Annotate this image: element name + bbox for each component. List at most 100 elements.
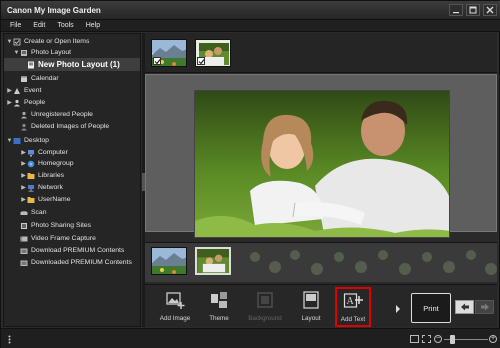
status-bar: − + <box>1 328 500 348</box>
layout-button[interactable]: Layout <box>289 288 333 326</box>
tree-item-photo-sharing-sites[interactable]: Photo Sharing Sites <box>4 220 140 231</box>
maximize-icon <box>469 6 477 14</box>
network-icon <box>28 184 34 192</box>
menu-bar: File Edit Tools Help <box>1 20 500 32</box>
landscape-material-image <box>152 248 186 274</box>
zoom-out-button[interactable]: − <box>434 335 442 343</box>
window-title: Canon My Image Garden <box>7 6 101 15</box>
tree-item-desktop[interactable]: ▼ Desktop <box>4 135 140 146</box>
theme-button[interactable]: Theme <box>197 288 241 326</box>
tree-item-new-photo-layout[interactable]: New Photo Layout (1) <box>4 58 140 71</box>
expand-arrow-icon[interactable]: ▼ <box>6 138 13 144</box>
page-thumbnail-area <box>145 33 497 73</box>
tree-item-label: Event <box>24 87 42 94</box>
add-image-button[interactable]: Add Image <box>153 288 197 326</box>
tree-item-homegroup[interactable]: ▶ Homegroup <box>4 158 140 169</box>
more-arrow-icon[interactable] <box>396 305 400 313</box>
next-button[interactable] <box>475 300 494 314</box>
expand-arrow-icon[interactable]: ▼ <box>6 39 13 45</box>
menu-file[interactable]: File <box>5 20 26 31</box>
window-controls <box>449 4 497 16</box>
background-button[interactable]: Background <box>243 288 287 326</box>
theme-icon <box>211 292 227 308</box>
tree-item-label: Calendar <box>31 75 59 82</box>
expand-arrow-icon[interactable]: ▶ <box>20 149 27 156</box>
tree-item-create-or-open-items[interactable]: ▼ Create or Open Items <box>4 36 140 47</box>
calendar-icon <box>21 75 27 82</box>
family-material-image <box>197 249 229 273</box>
tree-item-scan[interactable]: Scan <box>4 207 140 218</box>
checkmark-icon <box>154 59 161 65</box>
expand-arrow-icon[interactable]: ▶ <box>6 99 13 106</box>
preview-photo[interactable] <box>194 90 450 238</box>
app-window: Canon My Image Garden File Edit Tools He… <box>0 0 500 348</box>
expand-arrow-icon[interactable]: ▶ <box>20 160 27 167</box>
unregistered-people-icon <box>21 111 27 118</box>
tree-item-label: Scan <box>31 209 47 216</box>
previous-button[interactable] <box>455 300 474 314</box>
fit-to-window-icon[interactable] <box>422 335 431 343</box>
tree-item-label: Unregistered People <box>31 111 93 118</box>
downloaded-premium-icon <box>20 260 28 266</box>
layout-preview-area[interactable] <box>145 74 497 238</box>
expand-arrow-icon[interactable]: ▼ <box>13 50 20 56</box>
expand-arrow-icon[interactable]: ▶ <box>6 87 13 94</box>
tree-item-network[interactable]: ▶ Network <box>4 182 140 193</box>
menu-help[interactable]: Help <box>81 20 105 31</box>
edit-toolbar: Add Image Theme Background Layout A Add … <box>145 284 497 327</box>
zoom-in-button[interactable]: + <box>489 335 497 343</box>
page-checkbox[interactable] <box>153 57 161 65</box>
add-image-icon <box>166 292 185 309</box>
tree-item-event[interactable]: ▶ Event <box>4 85 140 96</box>
tree-item-label: Downloaded PREMIUM Contents <box>31 259 132 266</box>
add-text-icon: A <box>343 293 363 308</box>
tree-item-libraries[interactable]: ▶ Libraries <box>4 170 140 181</box>
full-screen-icon[interactable] <box>410 335 419 343</box>
add-text-button[interactable]: A Add Text <box>335 287 371 327</box>
people-icon <box>14 99 20 106</box>
tree-item-download-premium-contents[interactable]: Download PREMIUM Contents <box>4 245 140 256</box>
tree-item-label: Video Frame Capture <box>31 235 96 242</box>
tree-item-label: Download PREMIUM Contents <box>31 247 125 254</box>
add-text-label: Add Text <box>340 316 366 323</box>
svg-text:A: A <box>347 296 355 307</box>
tree-item-computer[interactable]: ▶ Computer <box>4 147 140 158</box>
expand-arrow-icon[interactable]: ▶ <box>20 172 27 179</box>
tree-item-label: Libraries <box>38 172 65 179</box>
photo-sharing-icon <box>21 222 27 229</box>
background-icon <box>257 292 273 308</box>
page-thumbnail[interactable] <box>195 39 231 67</box>
print-button[interactable]: Print <box>411 293 451 323</box>
tree-item-username[interactable]: ▶ UserName <box>4 194 140 205</box>
tree-item-deleted-images-of-people[interactable]: Deleted Images of People <box>4 121 140 132</box>
layout-icon <box>303 291 319 309</box>
tree-item-unregistered-people[interactable]: Unregistered People <box>4 109 140 120</box>
maximize-button[interactable] <box>466 4 480 16</box>
tree-item-downloaded-premium-contents[interactable]: Downloaded PREMIUM Contents <box>4 257 140 268</box>
tree-item-photo-layout[interactable]: ▼ Photo Layout <box>4 47 140 58</box>
more-options-icon[interactable] <box>8 335 11 344</box>
menu-tools[interactable]: Tools <box>52 20 78 31</box>
layout-label: Layout <box>301 315 321 322</box>
minimize-button[interactable] <box>449 4 463 16</box>
minimize-icon <box>453 12 459 14</box>
homegroup-icon <box>27 160 35 167</box>
material-image-selected[interactable] <box>195 247 231 275</box>
menu-edit[interactable]: Edit <box>28 20 50 31</box>
expand-arrow-icon[interactable]: ▶ <box>20 184 27 191</box>
close-button[interactable] <box>483 4 497 16</box>
tree-item-calendar[interactable]: Calendar <box>4 73 140 84</box>
material-image[interactable] <box>151 247 187 275</box>
deleted-people-icon <box>21 123 27 130</box>
zoom-slider-handle[interactable] <box>450 335 455 344</box>
tree-item-video-frame-capture[interactable]: Video Frame Capture <box>4 233 140 244</box>
add-image-label: Add Image <box>159 315 191 322</box>
expand-arrow-icon[interactable]: ▶ <box>20 196 27 203</box>
page-checkbox[interactable] <box>197 57 205 65</box>
download-premium-icon <box>20 248 28 254</box>
photo-layout-icon <box>21 49 27 56</box>
tree-item-people[interactable]: ▶ People <box>4 97 140 108</box>
page-thumbnail[interactable] <box>151 39 187 67</box>
checkmark-icon <box>198 59 205 65</box>
create-items-icon <box>13 38 21 45</box>
